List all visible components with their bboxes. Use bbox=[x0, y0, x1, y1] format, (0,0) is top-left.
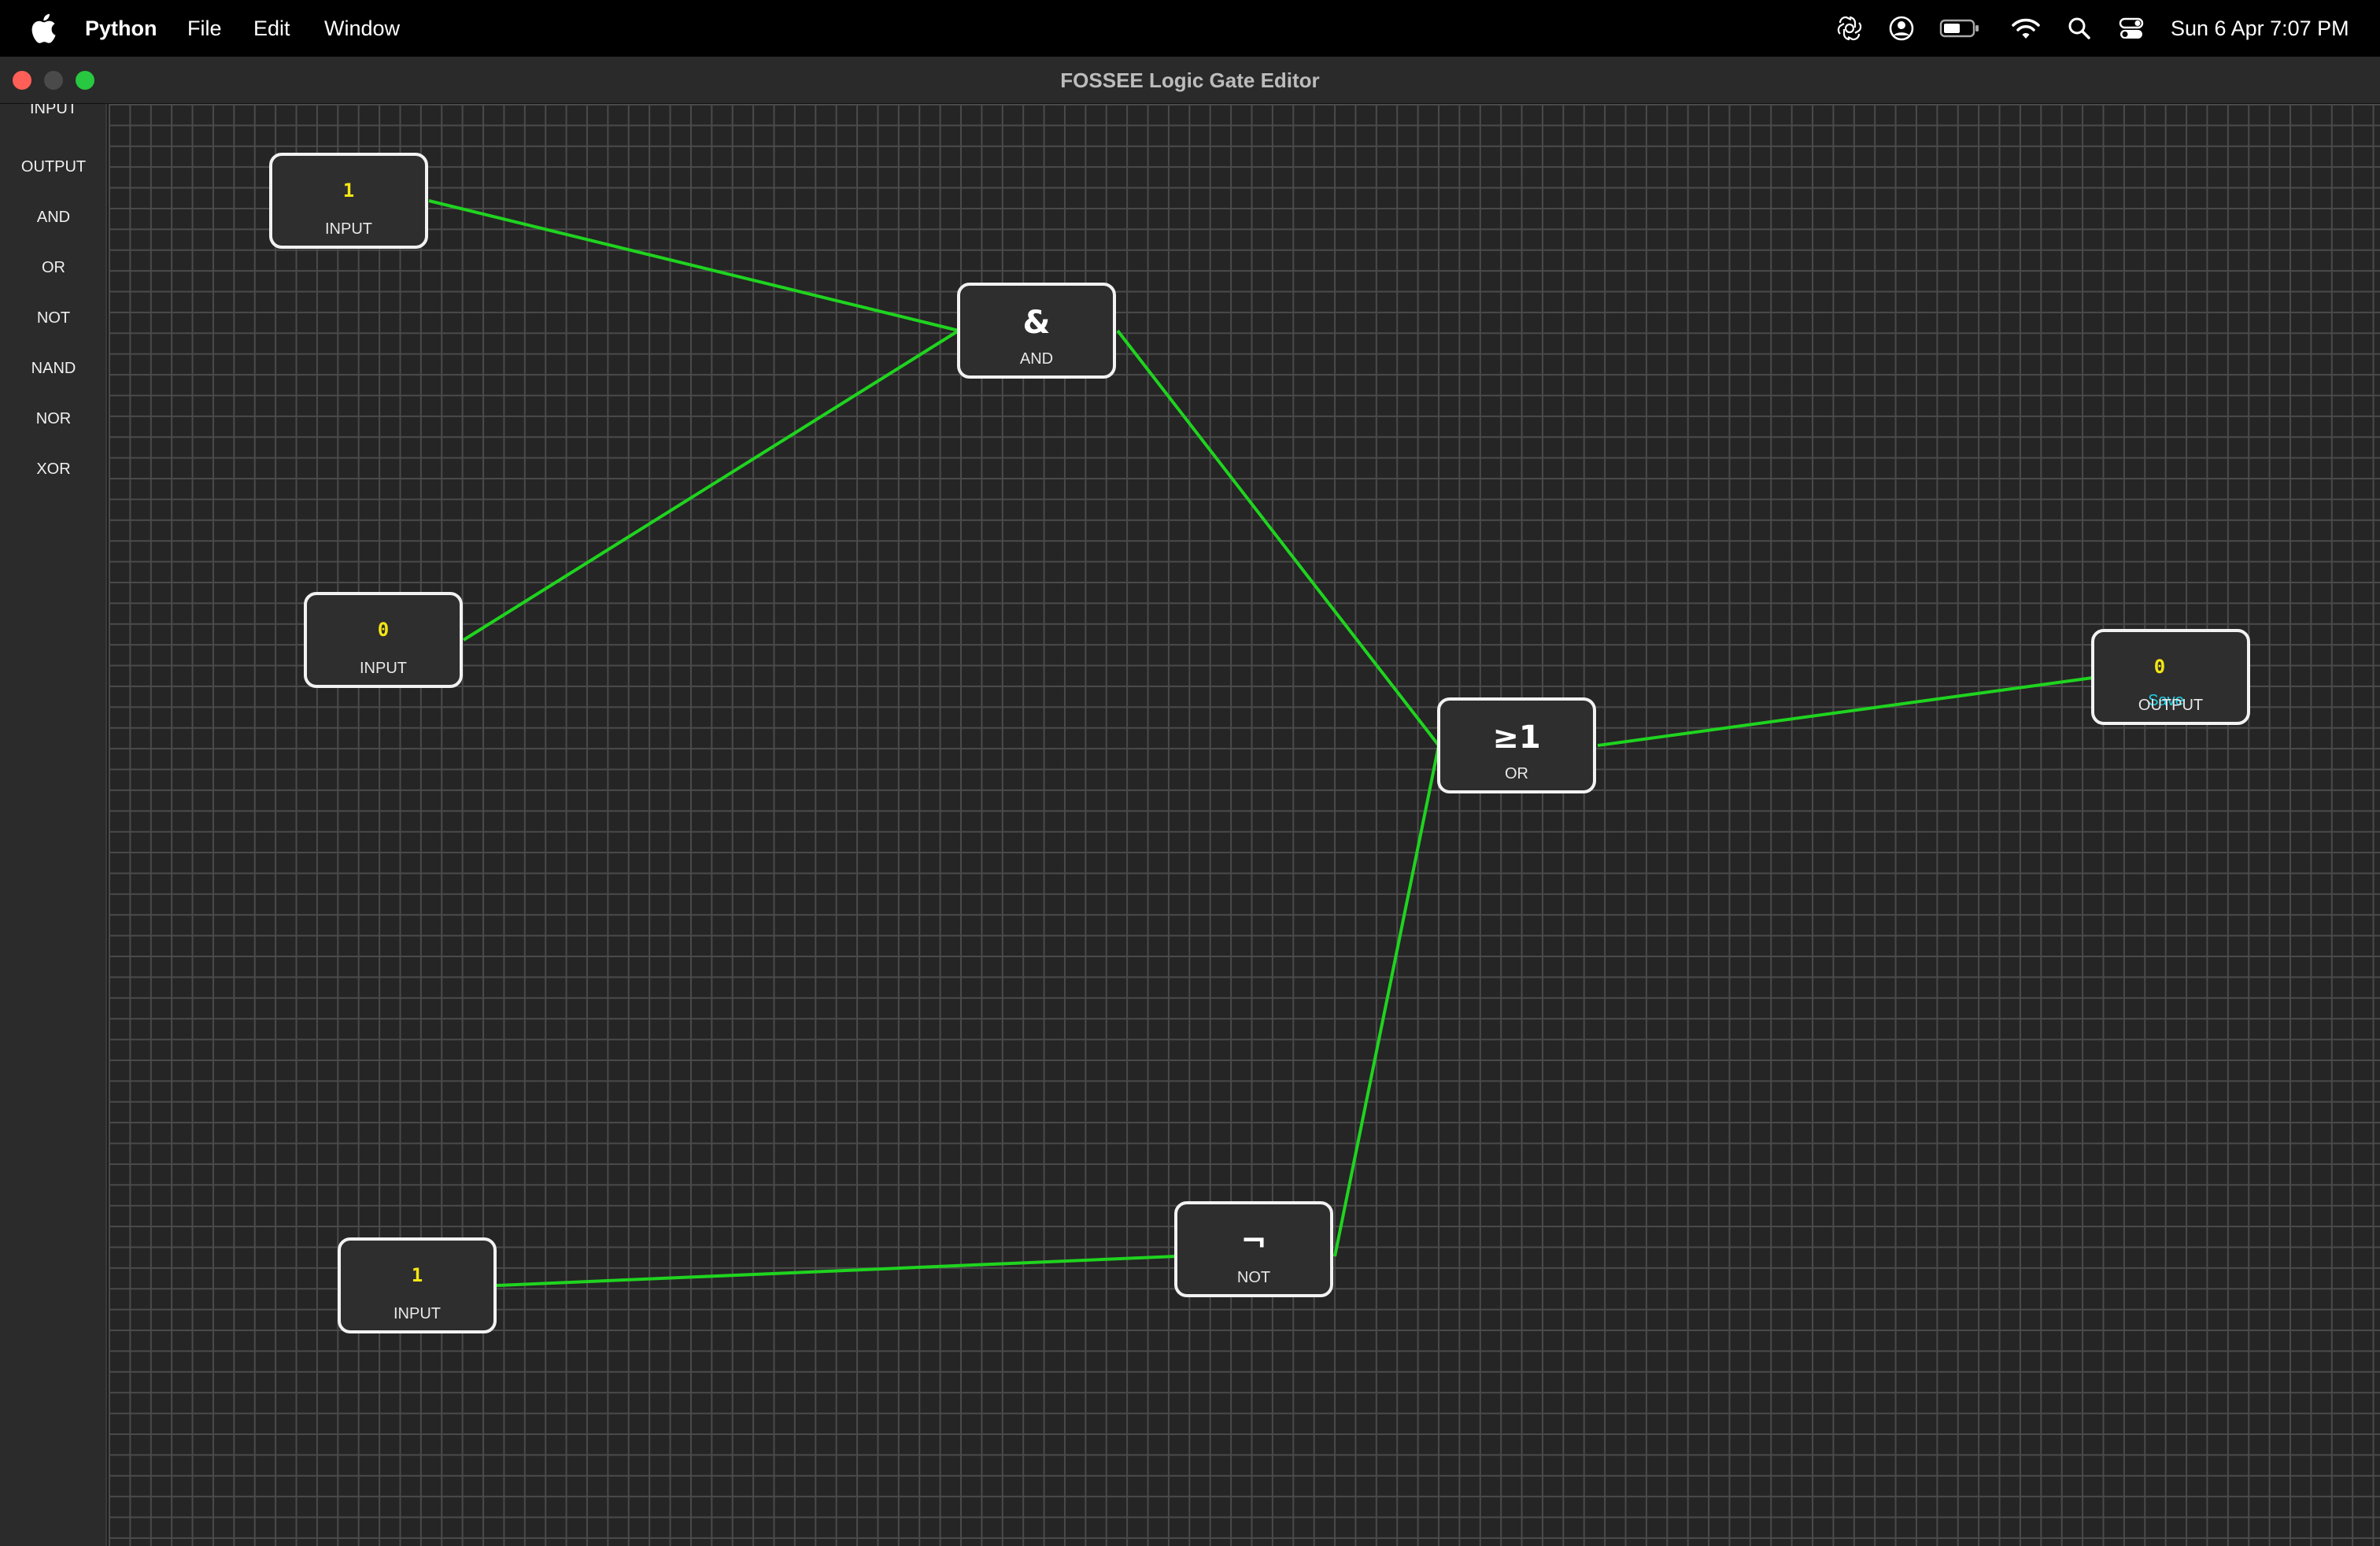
palette-item-xor[interactable]: XOR bbox=[0, 453, 105, 485]
window-title: FOSSEE Logic Gate Editor bbox=[1060, 68, 1320, 92]
input-node-value: 1 bbox=[342, 179, 355, 202]
or-gate-node[interactable]: ≥1 OR bbox=[1437, 697, 1596, 793]
and-gate-label: AND bbox=[1019, 350, 1054, 368]
window-maximize-button[interactable] bbox=[76, 71, 94, 90]
control-center-icon[interactable] bbox=[2117, 14, 2145, 43]
not-gate-node[interactable]: ¬ NOT bbox=[1174, 1201, 1333, 1297]
palette-item-or[interactable]: OR bbox=[0, 252, 105, 283]
or-gate-symbol: ≥1 bbox=[1492, 719, 1541, 756]
apple-logo-icon[interactable] bbox=[30, 13, 57, 44]
palette-item-not[interactable]: NOT bbox=[0, 302, 105, 334]
wire-or1-out1[interactable] bbox=[1597, 676, 2094, 747]
menu-edit[interactable]: Edit bbox=[253, 0, 290, 57]
not-gate-label: NOT bbox=[1236, 1269, 1271, 1286]
input-node-label: INPUT bbox=[325, 220, 372, 238]
menu-bar: Python File Edit Window Sun 6 Apr 7:07 P… bbox=[0, 0, 2380, 57]
menu-file[interactable]: File bbox=[187, 0, 222, 57]
input-node-2[interactable]: 0 INPUT bbox=[304, 592, 463, 688]
window-title-bar: FOSSEE Logic Gate Editor bbox=[0, 57, 2380, 104]
wire-in2-and1[interactable] bbox=[462, 329, 960, 642]
input-node-label: INPUT bbox=[394, 1305, 441, 1322]
palette-item-input[interactable]: INPUT bbox=[0, 104, 105, 124]
openai-icon[interactable] bbox=[1835, 14, 1864, 43]
wire-and1-or1[interactable] bbox=[1116, 329, 1440, 747]
user-circle-icon[interactable] bbox=[1887, 14, 1916, 43]
input-node-label: INPUT bbox=[360, 660, 407, 677]
wifi-icon[interactable] bbox=[2010, 14, 2042, 43]
input-node-value: 0 bbox=[377, 619, 390, 641]
palette-item-and[interactable]: AND bbox=[0, 202, 105, 233]
input-node-value: 1 bbox=[411, 1264, 423, 1286]
battery-icon[interactable] bbox=[1939, 14, 1980, 43]
output-node[interactable]: 0 Save OUTPUT bbox=[2091, 629, 2250, 725]
or-gate-label: OR bbox=[1505, 765, 1528, 782]
menu-window[interactable]: Window bbox=[324, 0, 400, 57]
input-node-3[interactable]: 1 INPUT bbox=[338, 1237, 497, 1333]
component-palette: INPUT OUTPUT AND OR NOT NAND NOR XOR bbox=[0, 104, 107, 1546]
palette-item-nand[interactable]: NAND bbox=[0, 353, 105, 384]
output-node-value: 0 bbox=[2153, 656, 2166, 678]
palette-item-nor[interactable]: NOR bbox=[0, 403, 105, 435]
and-gate-node[interactable]: & AND bbox=[957, 283, 1116, 379]
wire-in1-and1[interactable] bbox=[428, 199, 959, 332]
and-gate-symbol: & bbox=[1022, 305, 1051, 341]
editor-canvas[interactable]: 1 INPUT 0 INPUT 1 INPUT & AND ≥1 OR ¬ NO… bbox=[109, 104, 2380, 1546]
window-minimize-button[interactable] bbox=[44, 71, 63, 90]
menu-app-name[interactable]: Python bbox=[85, 0, 157, 57]
not-gate-symbol: ¬ bbox=[1240, 1223, 1267, 1259]
window-close-button[interactable] bbox=[13, 71, 31, 90]
wire-not1-or1[interactable] bbox=[1333, 745, 1440, 1257]
wire-in3-not1[interactable] bbox=[496, 1255, 1177, 1287]
input-node-1[interactable]: 1 INPUT bbox=[269, 153, 428, 249]
menu-clock[interactable]: Sun 6 Apr 7:07 PM bbox=[2171, 0, 2349, 57]
search-icon[interactable] bbox=[2065, 14, 2094, 43]
output-node-label: OUTPUT bbox=[2138, 697, 2204, 714]
palette-item-output[interactable]: OUTPUT bbox=[0, 151, 105, 183]
